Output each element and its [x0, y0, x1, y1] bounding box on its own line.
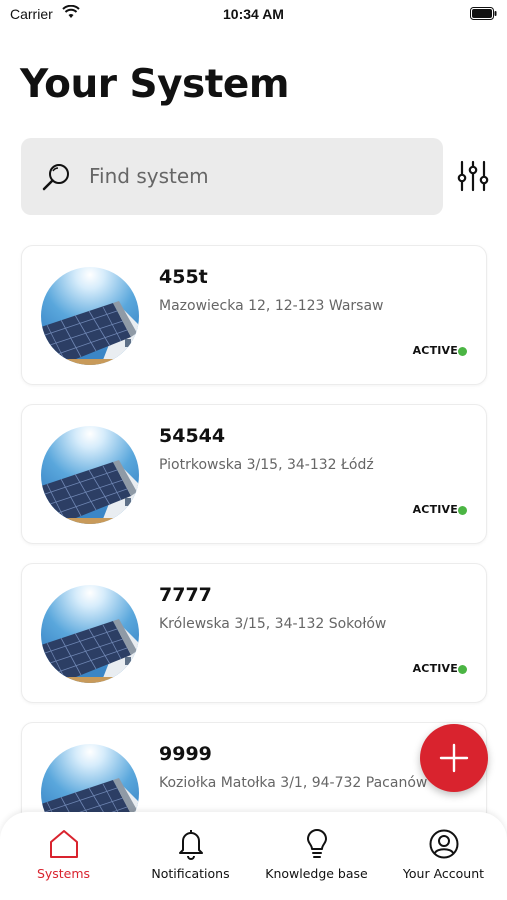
- system-list: 455t Mazowiecka 12, 12-123 Warsaw ACTIVE…: [21, 245, 487, 881]
- nav-label: Your Account: [402, 866, 485, 881]
- system-photo: [41, 426, 139, 524]
- search-icon: [42, 164, 69, 191]
- system-address: Piotrkowska 3/15, 34-132 Łódź: [159, 457, 374, 473]
- nav-systems[interactable]: Systems: [0, 812, 127, 900]
- plus-icon: [439, 743, 469, 773]
- bottom-navigation: Systems Notifications Knowledge base You…: [0, 812, 507, 900]
- nav-label: Knowledge base: [265, 866, 368, 881]
- filter-sliders-icon[interactable]: [455, 158, 491, 194]
- nav-notifications[interactable]: Notifications: [127, 812, 254, 900]
- battery-icon: [470, 7, 497, 20]
- search-input[interactable]: [89, 158, 419, 194]
- user-circle-icon: [429, 829, 459, 859]
- status-dot: [458, 347, 467, 356]
- nav-label: Notifications: [151, 866, 230, 881]
- lightbulb-icon: [307, 829, 327, 858]
- solar-roof-image: [41, 585, 139, 683]
- status-badge: ACTIVE: [412, 344, 458, 357]
- solar-roof-image: [41, 426, 139, 524]
- status-bar: Carrier 10:34 AM: [0, 0, 507, 30]
- system-name: 54544: [159, 425, 226, 447]
- nav-label: Systems: [36, 866, 91, 881]
- system-address: Mazowiecka 12, 12-123 Warsaw: [159, 298, 384, 314]
- system-card[interactable]: 54544 Piotrkowska 3/15, 34-132 Łódź ACTI…: [21, 404, 487, 544]
- system-address: Koziołka Matołka 3/1, 94-732 Pacanów: [159, 775, 428, 791]
- nav-your-account[interactable]: Your Account: [380, 812, 507, 900]
- status-badge: ACTIVE: [412, 503, 458, 516]
- status-dot: [458, 665, 467, 674]
- search-bar[interactable]: [21, 138, 443, 215]
- system-photo: [41, 267, 139, 365]
- status-dot: [458, 506, 467, 515]
- status-badge: ACTIVE: [412, 662, 458, 675]
- clock: 10:34 AM: [223, 6, 284, 22]
- home-icon: [50, 830, 78, 858]
- system-address: Królewska 3/15, 34-132 Sokołów: [159, 616, 387, 632]
- system-name: 7777: [159, 584, 212, 606]
- bell-icon: [179, 830, 203, 860]
- system-card[interactable]: 455t Mazowiecka 12, 12-123 Warsaw ACTIVE: [21, 245, 487, 385]
- solar-roof-image: [41, 267, 139, 365]
- system-name: 455t: [159, 266, 208, 288]
- system-name: 9999: [159, 743, 212, 765]
- add-system-button[interactable]: [420, 724, 488, 792]
- system-card[interactable]: 7777 Królewska 3/15, 34-132 Sokołów ACTI…: [21, 563, 487, 703]
- page-title: Your System: [20, 62, 290, 107]
- nav-knowledge-base[interactable]: Knowledge base: [253, 812, 380, 900]
- system-photo: [41, 585, 139, 683]
